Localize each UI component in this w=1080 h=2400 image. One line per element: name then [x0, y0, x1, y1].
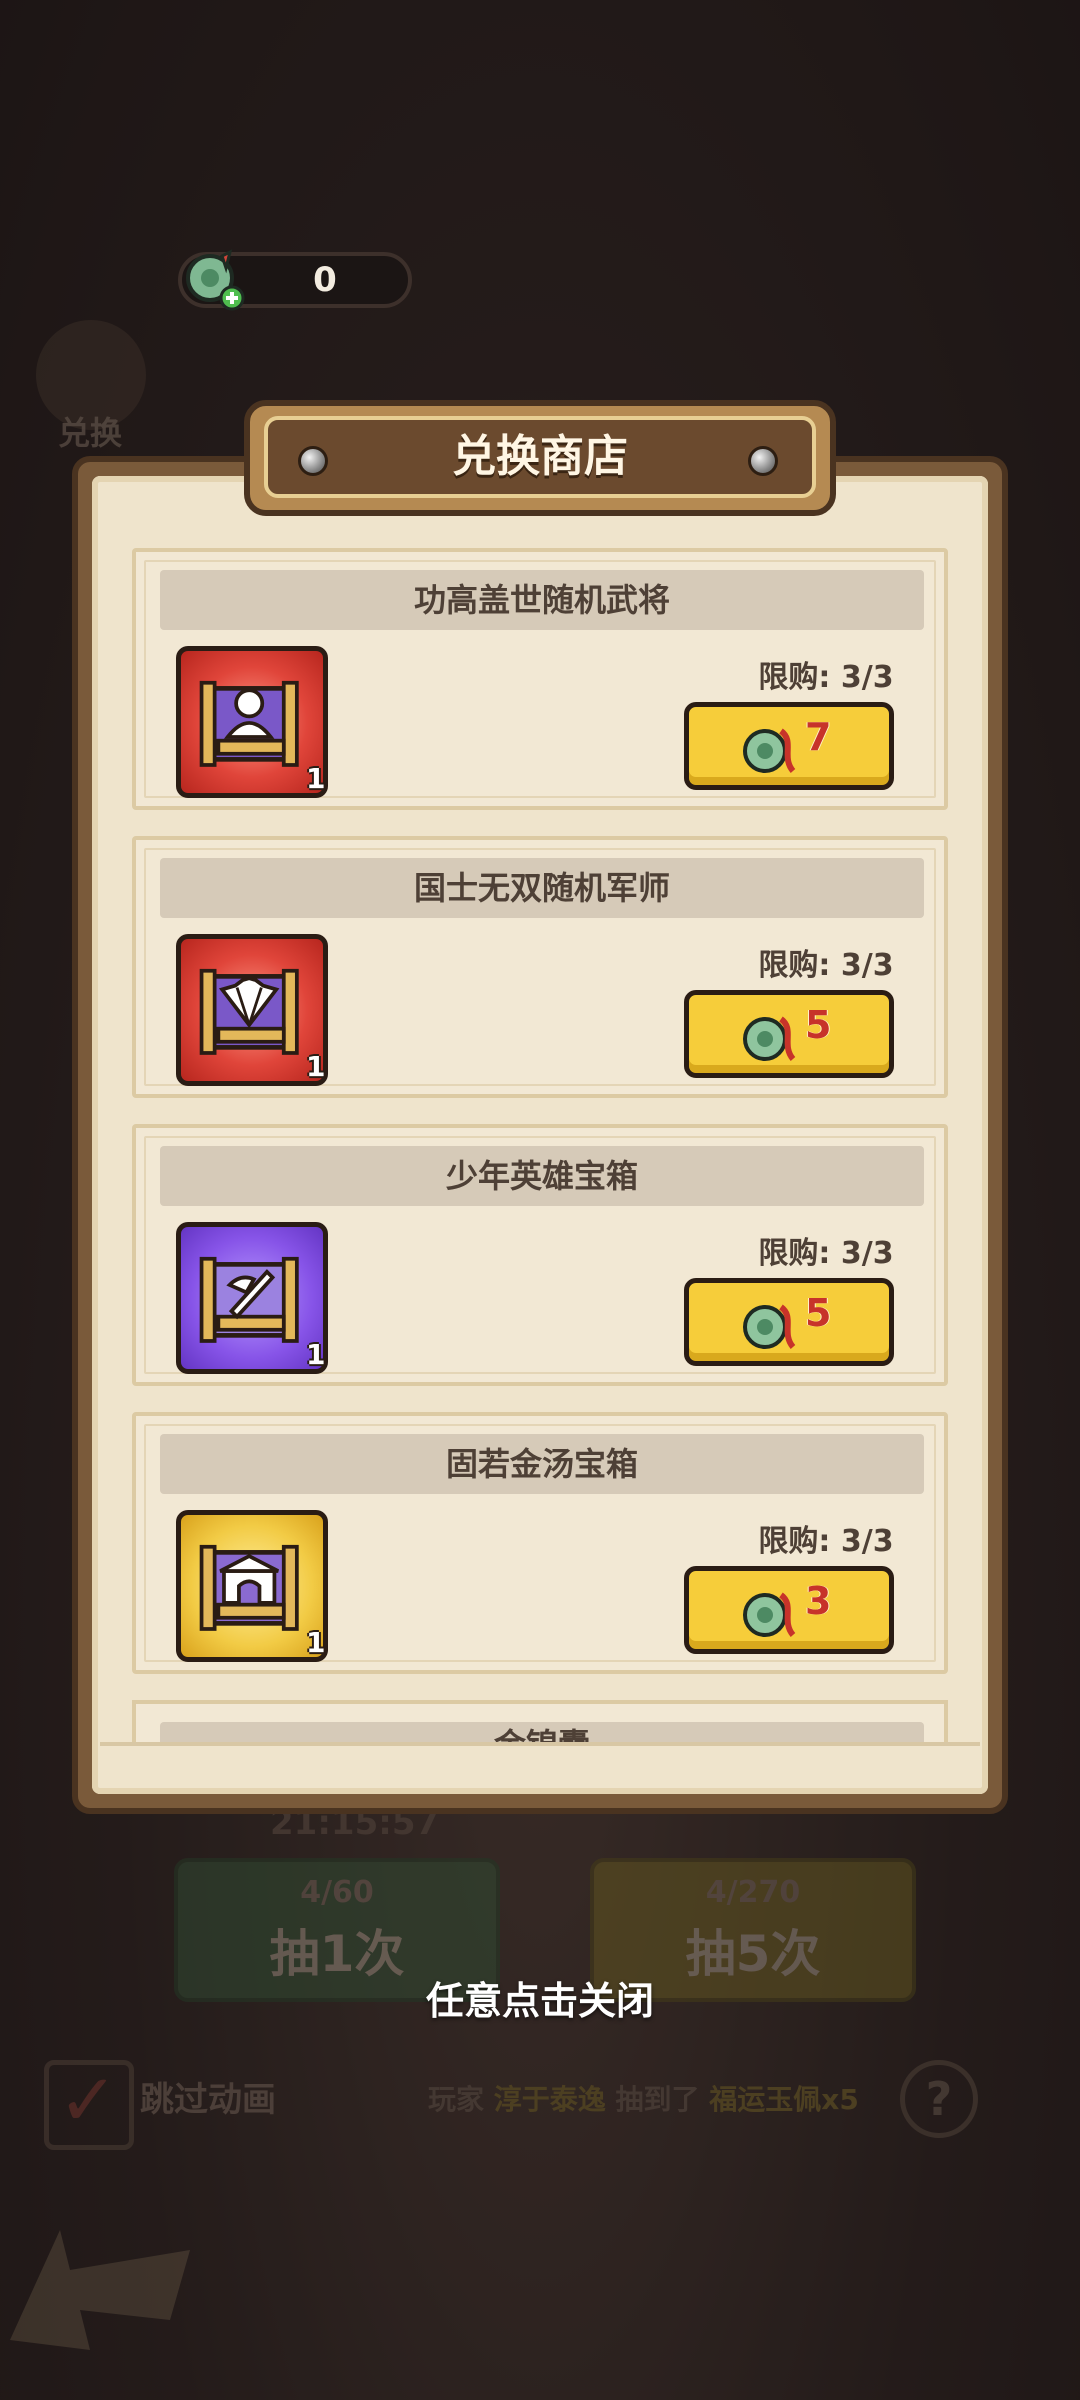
purchase-limit: 限购: 3/3 — [758, 1524, 894, 1559]
shop-item-card: 少年英雄宝箱 1 限购: 3/3 5 — [132, 1124, 948, 1386]
jade-coin-icon — [743, 1304, 796, 1349]
chest-icon — [199, 968, 299, 1055]
buy-price: 3 — [805, 1579, 832, 1623]
buy-price: 7 — [805, 715, 832, 759]
shop-item-card: 固若金汤宝箱 1 限购: 3/3 3 — [132, 1412, 948, 1674]
shop-item-card: 国士无双随机军师 1 限购: 3/3 5 — [132, 836, 948, 1098]
item-count: 1 — [306, 1338, 326, 1371]
purchase-limit: 限购: 3/3 — [758, 948, 894, 983]
currency-value: 0 — [313, 260, 337, 300]
tap-to-close-hint: 任意点击关闭 — [425, 1979, 654, 2023]
jade-coin-icon — [743, 1016, 796, 1061]
purchase-limit: 限购: 3/3 — [758, 1236, 894, 1271]
item-count: 1 — [306, 762, 326, 795]
chest-icon — [199, 1256, 299, 1343]
shop-item-card: 功高盖世随机武将 1 限购: 3/3 7 — [132, 548, 948, 810]
buy-button[interactable]: 5 — [684, 1278, 894, 1366]
panel-bottom-edge — [100, 1742, 980, 1768]
item-title: 功高盖世随机武将 — [413, 581, 670, 619]
jade-coin-icon — [743, 1592, 796, 1637]
item-count: 1 — [306, 1626, 326, 1659]
buy-price: 5 — [805, 1003, 832, 1047]
purchase-limit: 限购: 3/3 — [758, 660, 894, 695]
item-count: 1 — [306, 1050, 326, 1083]
shop-title: 兑换商店 — [452, 431, 628, 482]
jade-coin-icon — [743, 728, 796, 773]
buy-price: 5 — [805, 1291, 832, 1335]
chest-icon — [199, 1544, 299, 1631]
item-title: 固若金汤宝箱 — [445, 1445, 638, 1483]
chest-icon — [199, 680, 299, 767]
item-title: 国士无双随机军师 — [413, 869, 670, 907]
buy-button[interactable]: 3 — [684, 1566, 894, 1654]
buy-button[interactable]: 7 — [684, 702, 894, 790]
buy-button[interactable]: 5 — [684, 990, 894, 1078]
item-title: 少年英雄宝箱 — [445, 1157, 638, 1195]
jade-coin-icon[interactable] — [182, 248, 246, 312]
